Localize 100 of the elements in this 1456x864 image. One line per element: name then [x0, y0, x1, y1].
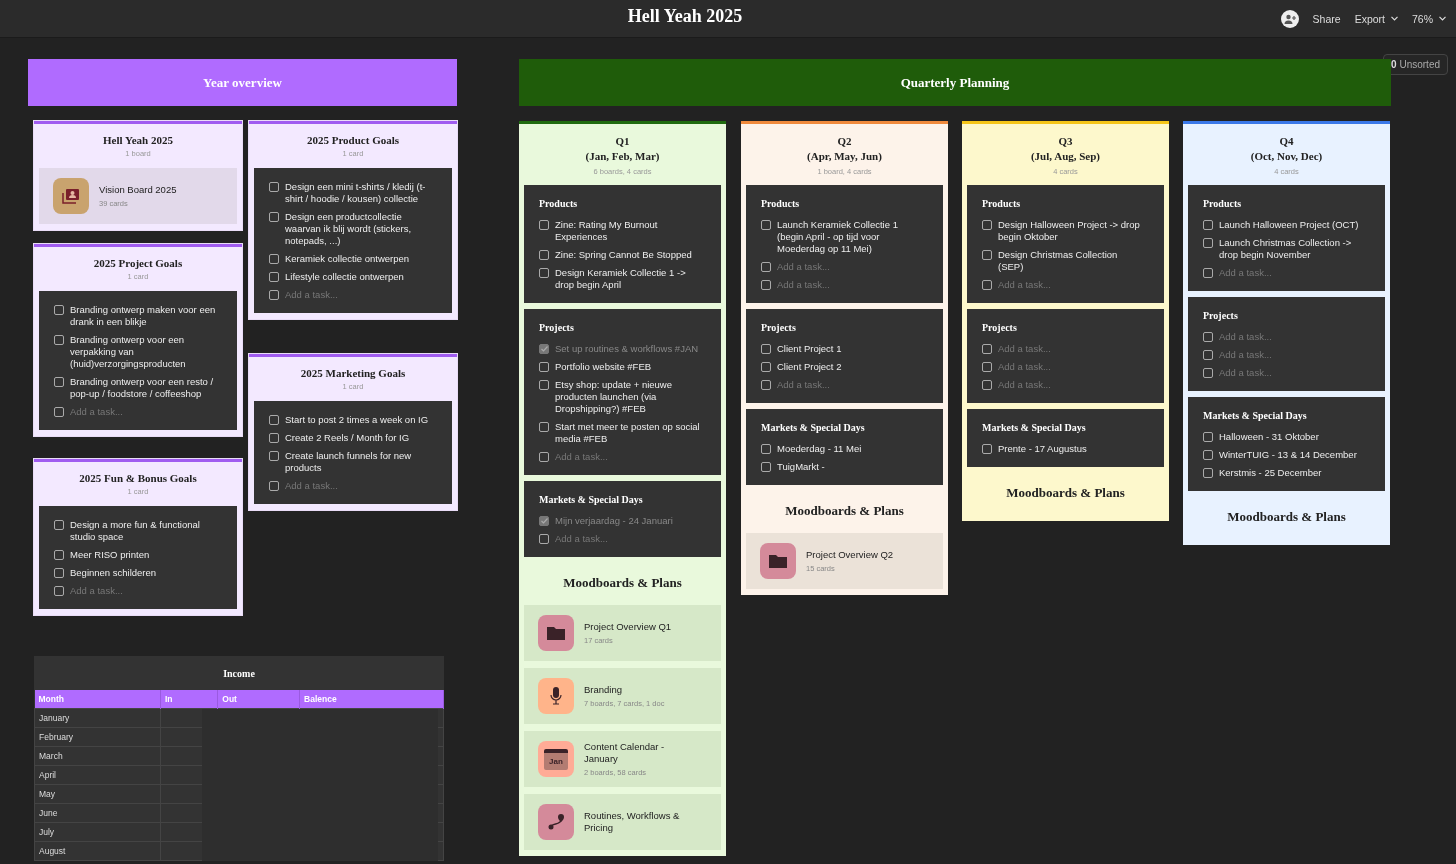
checkbox[interactable] [761, 444, 771, 454]
task-text: Etsy shop: update + nieuwe producten launchen (via Dropshipping?) #FEB [555, 379, 673, 415]
board-title: Hell Yeah 2025 [627, 6, 743, 27]
checkbox[interactable] [982, 220, 992, 230]
task-text: Design Keramiek Collectie 1 -> drop begin April [555, 267, 687, 291]
board-title: Vision Board 2025 [99, 184, 177, 196]
checkbox[interactable] [761, 362, 771, 372]
checkbox[interactable] [982, 362, 992, 372]
checkbox[interactable] [1203, 238, 1213, 248]
add-task-field[interactable]: Add a task... [1219, 367, 1272, 379]
checkbox[interactable] [54, 550, 64, 560]
card-title: Hell Yeah 2025 [102, 134, 174, 146]
folder-icon [769, 554, 787, 568]
board-title: Project Overview Q1 [584, 621, 672, 633]
task-text: Launch Halloween Project (OCT) [1219, 219, 1359, 231]
folder-icon [547, 626, 565, 640]
table-cell: July [34, 822, 161, 842]
task-text: Client Project 1 [777, 343, 842, 355]
checkbox[interactable] [269, 481, 279, 491]
checkbox[interactable] [539, 422, 549, 432]
checkbox[interactable] [54, 407, 64, 417]
checkbox[interactable] [54, 520, 64, 530]
checkbox[interactable] [761, 220, 771, 230]
add-person-icon[interactable] [1280, 9, 1299, 28]
task-text: Launch Keramiek Collectie 1 (begin April - op tijd voor Moederdag op 11 Mei) [777, 219, 899, 255]
add-task-field[interactable]: Add a task... [1219, 349, 1272, 361]
add-task-field[interactable]: Add a task... [555, 533, 608, 545]
checkbox[interactable] [1203, 350, 1213, 360]
checkbox[interactable] [1203, 332, 1213, 342]
checkbox[interactable] [761, 380, 771, 390]
checkbox[interactable] [1203, 268, 1213, 278]
checkbox[interactable] [982, 250, 992, 260]
checkbox[interactable] [539, 220, 549, 230]
checkbox[interactable] [761, 262, 771, 272]
column-title: Q1 (Jan, Feb, Mar) [584, 134, 661, 164]
add-task-field[interactable]: Add a task... [777, 279, 830, 291]
checkbox[interactable] [982, 280, 992, 290]
add-task-field[interactable]: Add a task... [1219, 267, 1272, 279]
dropdown-button[interactable]: Export [1354, 10, 1398, 27]
checkbox[interactable] [1203, 432, 1213, 442]
checkbox[interactable] [269, 182, 279, 192]
add-task-field[interactable]: Add a task... [1219, 331, 1272, 343]
checkbox[interactable] [54, 335, 64, 345]
unsorted-button[interactable]: 0 Unsorted [1383, 54, 1448, 75]
checkbox[interactable] [54, 568, 64, 578]
add-task-field[interactable]: Add a task... [998, 279, 1051, 291]
caret-icon [1391, 16, 1398, 21]
checkbox[interactable] [982, 344, 992, 354]
checkbox[interactable] [1203, 368, 1213, 378]
checkbox[interactable] [539, 250, 549, 260]
add-task-field[interactable]: Add a task... [285, 480, 338, 492]
board-title: Content Calendar - January [584, 741, 666, 765]
add-task-field[interactable]: Add a task... [70, 406, 123, 418]
checkbox[interactable] [54, 377, 64, 387]
checkbox[interactable] [1203, 468, 1213, 478]
checkbox[interactable] [539, 516, 549, 526]
add-task-field[interactable]: Add a task... [998, 343, 1051, 355]
checkbox[interactable] [761, 280, 771, 290]
checkbox[interactable] [539, 344, 549, 354]
checkbox[interactable] [539, 452, 549, 462]
checkbox[interactable] [54, 586, 64, 596]
checkbox[interactable] [269, 433, 279, 443]
task-text: Design Christmas Collection (SEP) [998, 249, 1119, 273]
checkbox[interactable] [269, 415, 279, 425]
add-task-field[interactable]: Add a task... [285, 289, 338, 301]
add-task-field[interactable]: Add a task... [777, 379, 830, 391]
list-title: Markets & Special Days [982, 422, 1087, 433]
add-task-field[interactable]: Add a task... [777, 261, 830, 273]
list-title: Products [761, 198, 801, 209]
checkbox[interactable] [269, 290, 279, 300]
checkbox[interactable] [269, 212, 279, 222]
checkbox[interactable] [982, 444, 992, 454]
checkbox[interactable] [539, 268, 549, 278]
checkbox[interactable] [539, 362, 549, 372]
add-task-field[interactable]: Add a task... [555, 451, 608, 463]
checkbox[interactable] [1203, 220, 1213, 230]
checkbox[interactable] [539, 380, 549, 390]
task-text: Zine: Spring Cannot Be Stopped [555, 249, 692, 261]
add-task-field[interactable]: Add a task... [998, 379, 1051, 391]
task-text: Halloween - 31 Oktober [1219, 431, 1319, 443]
add-task-field[interactable]: Add a task... [998, 361, 1051, 373]
task-text: Portfolio website #FEB [555, 361, 652, 373]
checkbox[interactable] [1203, 450, 1213, 460]
group-heading: Moodboards & Plans [562, 574, 683, 592]
task-text: Design een mini t-shirts / kledij (t-shirt / hoodie / kousen) collectie [285, 181, 427, 205]
checkbox[interactable] [269, 451, 279, 461]
checkbox[interactable] [54, 305, 64, 315]
add-task-field[interactable]: Add a task... [70, 585, 123, 597]
checkbox[interactable] [982, 380, 992, 390]
checkbox[interactable] [761, 462, 771, 472]
dropdown-button[interactable]: 76% [1412, 10, 1446, 27]
microphone-icon [550, 687, 562, 705]
checkbox[interactable] [761, 344, 771, 354]
checkbox[interactable] [269, 254, 279, 264]
share-button[interactable]: Share [1312, 10, 1341, 27]
column-header: Balence [299, 690, 444, 709]
checkbox[interactable] [539, 534, 549, 544]
task-text: Design Halloween Project -> drop begin Oktober [998, 219, 1141, 243]
checkbox[interactable] [269, 272, 279, 282]
board-link[interactable]: Routines, Workflows & Pricing [524, 794, 721, 850]
